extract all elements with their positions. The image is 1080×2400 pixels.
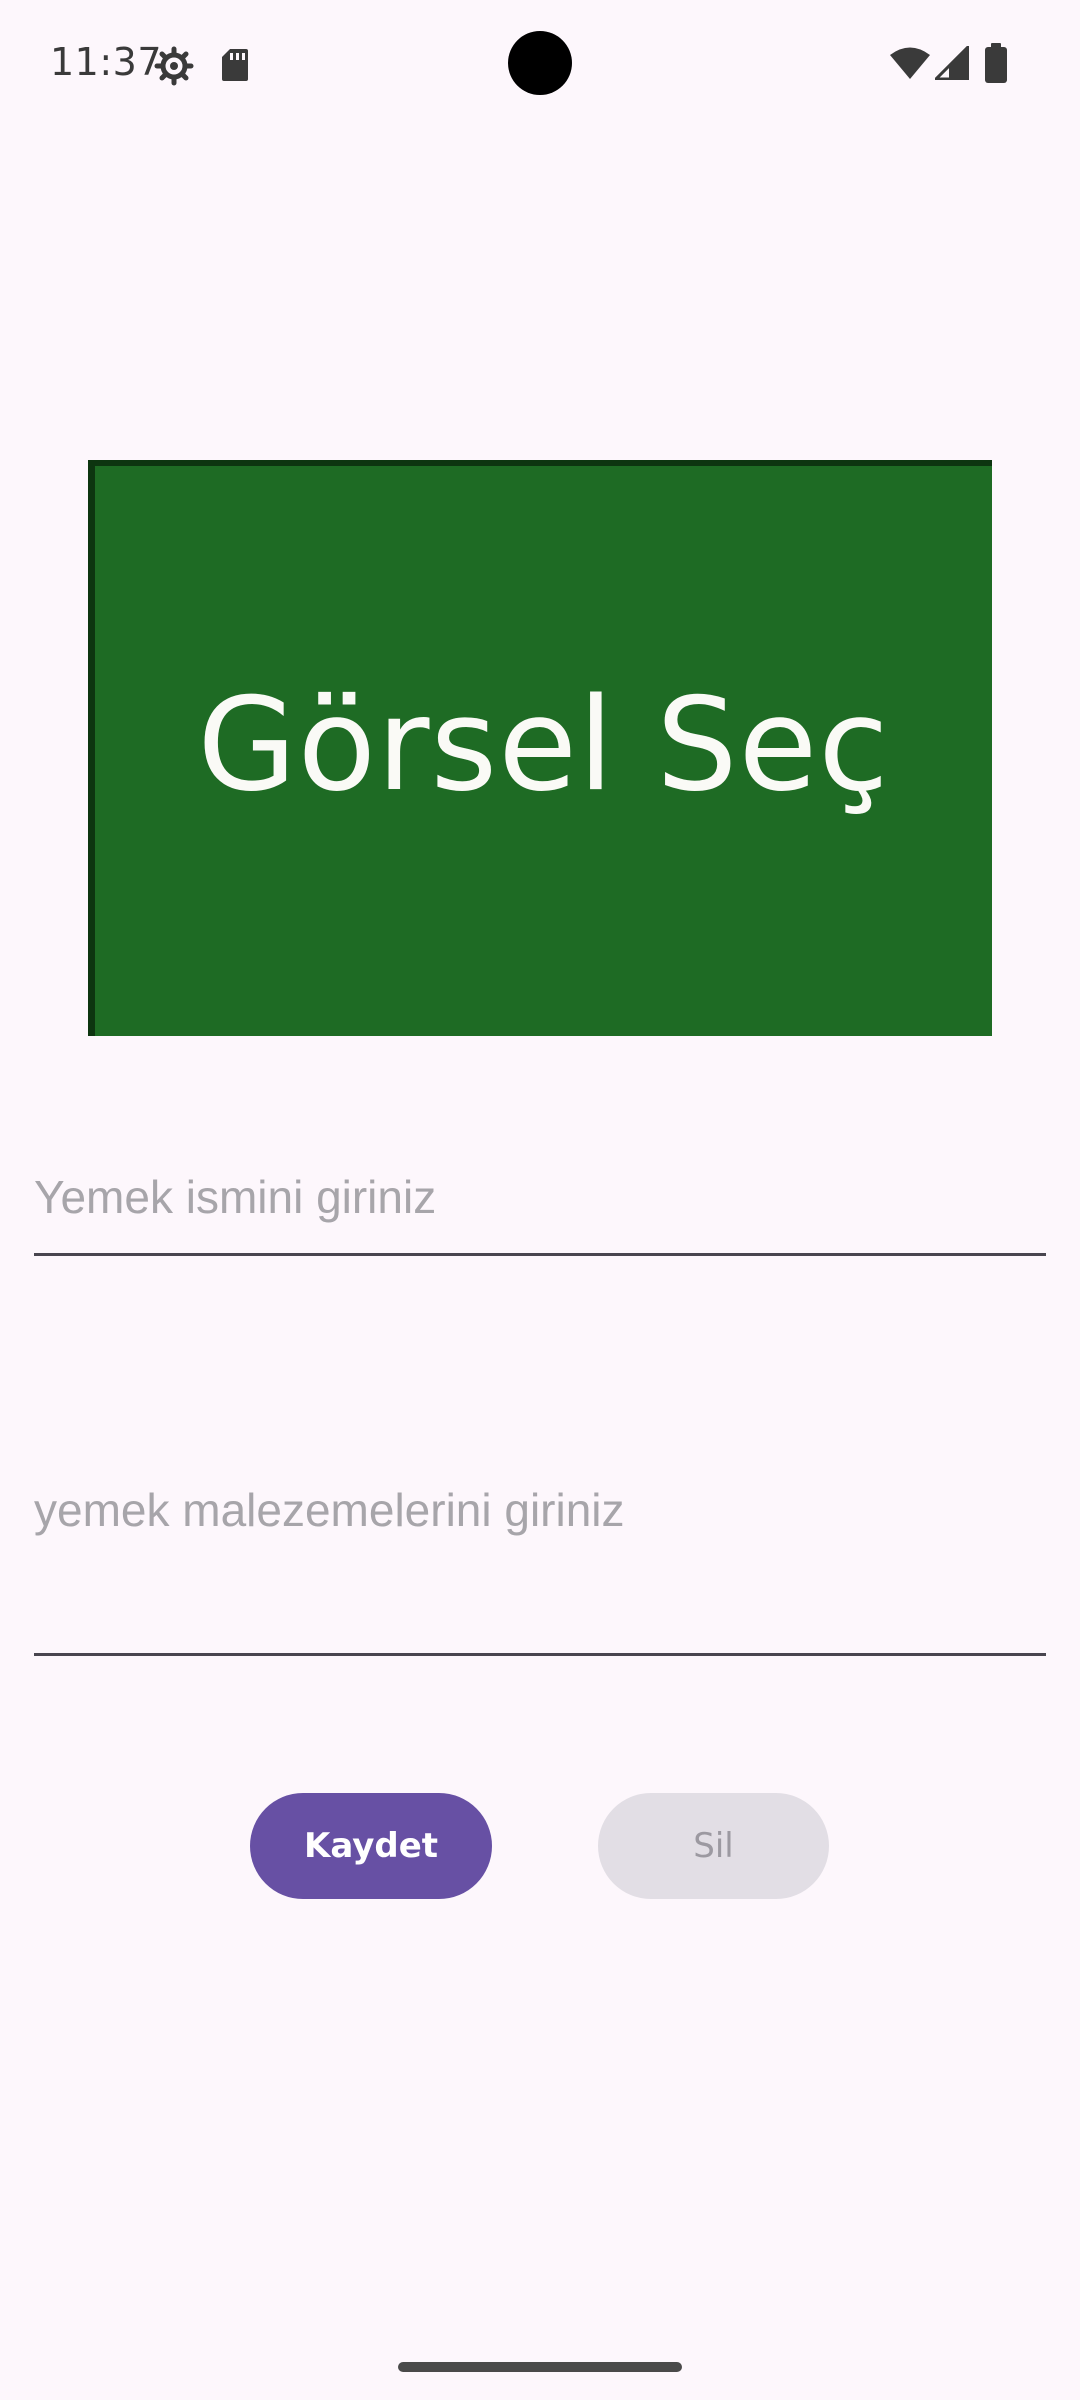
camera-cutout [508, 31, 572, 95]
screen: 11:37 Görsel Seç Yemek ismini giriniz ye… [0, 0, 1080, 2400]
battery-icon [985, 43, 1007, 88]
save-button[interactable]: Kaydet [250, 1793, 492, 1899]
image-picker-label: Görsel Seç [197, 670, 890, 820]
cell-signal-icon [932, 43, 970, 85]
meal-name-input[interactable] [34, 1160, 1046, 1256]
status-time: 11:37 [50, 40, 163, 84]
home-indicator[interactable] [398, 2362, 682, 2372]
ingredients-input[interactable] [34, 1480, 1046, 1656]
sd-card-icon [220, 47, 250, 88]
wifi-icon [889, 46, 931, 85]
settings-gear-icon [154, 46, 194, 91]
image-picker[interactable]: Görsel Seç [88, 460, 992, 1036]
delete-button[interactable]: Sil [598, 1793, 829, 1899]
status-bar: 11:37 [0, 0, 1080, 130]
